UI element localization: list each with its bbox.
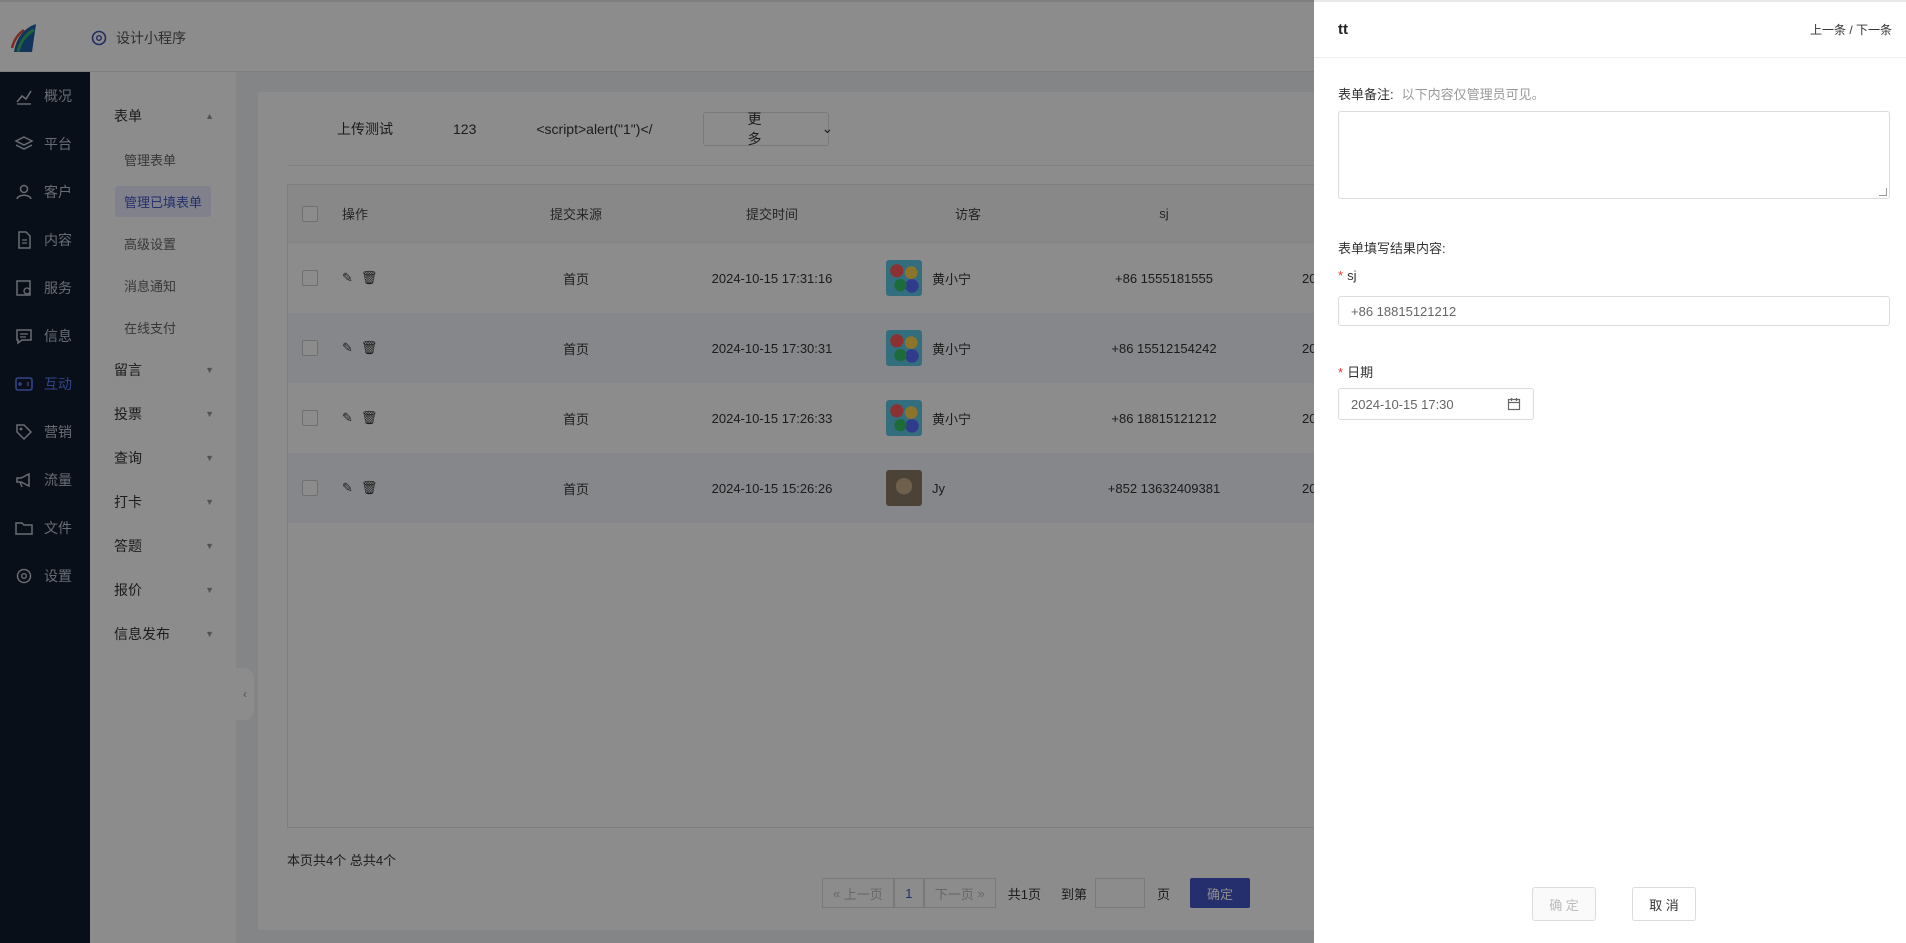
- field-sj-label: sj: [1347, 268, 1357, 283]
- date-picker[interactable]: 2024-10-15 17:30: [1338, 388, 1534, 420]
- remark-hint: 以下内容仅管理员可见。: [1401, 87, 1545, 102]
- drawer-header: tt 上一条 / 下一条: [1314, 0, 1906, 58]
- field-sj-input[interactable]: +86 18815121212: [1338, 296, 1890, 326]
- drawer-title: tt: [1338, 21, 1348, 38]
- calendar-icon: [1507, 398, 1521, 411]
- remark-label: 表单备注:: [1338, 87, 1394, 102]
- result-label: 表单填写结果内容:: [1338, 241, 1446, 256]
- resize-grip-icon[interactable]: [1879, 188, 1887, 196]
- required-mark: *: [1338, 365, 1344, 380]
- cancel-button[interactable]: 取 消: [1632, 887, 1696, 921]
- remark-textarea[interactable]: [1338, 111, 1890, 199]
- remark-label-row: 表单备注: 以下内容仅管理员可见。: [1338, 84, 1545, 103]
- field-date-label: 日期: [1347, 365, 1374, 380]
- detail-drawer: tt 上一条 / 下一条 表单备注: 以下内容仅管理员可见。 表单填写结果内容: …: [1314, 0, 1906, 943]
- field-sj-label-row: * sj: [1338, 268, 1356, 283]
- date-value: 2024-10-15 17:30: [1351, 396, 1454, 412]
- prev-next-link[interactable]: 上一条 / 下一条: [1810, 21, 1892, 38]
- field-date-label-row: * 日期: [1338, 362, 1373, 381]
- required-mark: *: [1338, 268, 1344, 283]
- confirm-button[interactable]: 确 定: [1532, 887, 1596, 921]
